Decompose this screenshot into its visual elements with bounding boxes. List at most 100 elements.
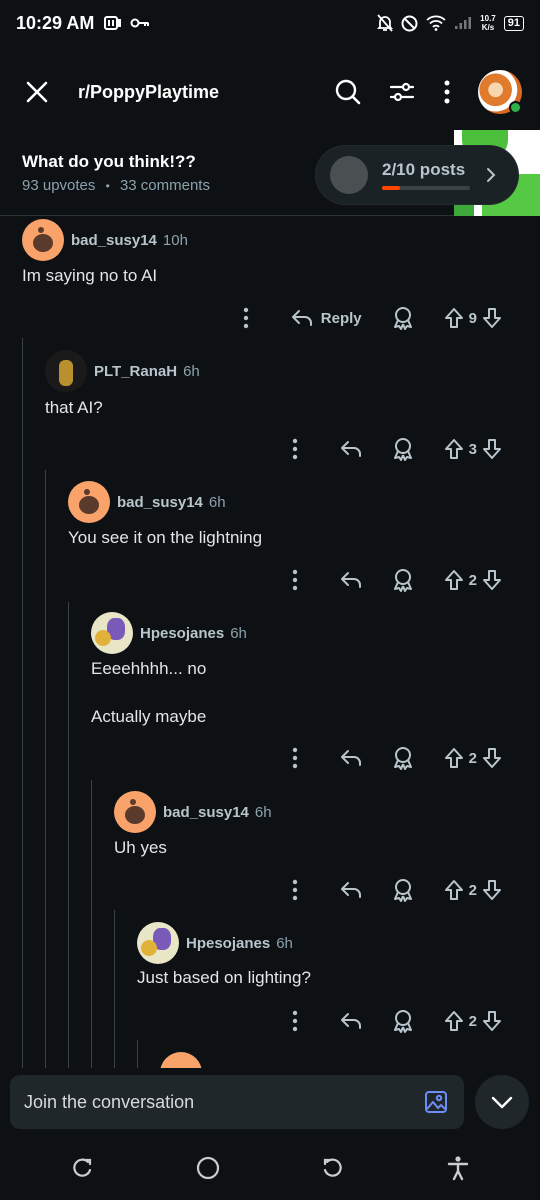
award-icon: [393, 747, 412, 770]
upvote-icon[interactable]: [444, 879, 464, 901]
upvote-icon[interactable]: [444, 1010, 464, 1032]
battery-indicator: 91: [503, 15, 524, 31]
thread-line[interactable]: [68, 602, 69, 1068]
vote-controls: 3: [444, 438, 502, 460]
vote-count: 9: [468, 309, 477, 327]
vote-controls: 2: [444, 569, 502, 591]
avatar[interactable]: [68, 481, 110, 523]
upvote-icon[interactable]: [444, 569, 464, 591]
comment-author[interactable]: Hpesojanes: [140, 625, 224, 642]
more-options-button[interactable]: [292, 1010, 298, 1032]
post-title: What do you think!??: [22, 152, 196, 171]
avatar[interactable]: [114, 791, 156, 833]
online-status-dot: [509, 101, 522, 114]
upvote-icon[interactable]: [444, 747, 464, 769]
downvote-icon[interactable]: [482, 569, 502, 591]
reply-button[interactable]: [340, 880, 362, 900]
posts-navigator[interactable]: 2/10 posts: [316, 146, 518, 204]
more-options-button[interactable]: [292, 438, 298, 460]
thread-line[interactable]: [45, 470, 46, 1068]
award-icon: [393, 1010, 412, 1033]
comment-author[interactable]: bad_susy14: [163, 804, 249, 821]
more-options-icon: [292, 569, 297, 591]
add-image-icon[interactable]: [424, 1090, 448, 1114]
home-icon[interactable]: [195, 1155, 221, 1181]
downvote-icon[interactable]: [482, 1010, 502, 1032]
reply-button[interactable]: [340, 439, 362, 459]
comment-author[interactable]: bad_susy14: [117, 494, 203, 511]
wifi-icon: [426, 15, 446, 31]
reply-button[interactable]: Reply: [291, 308, 362, 328]
more-options-icon: [292, 747, 297, 769]
upvote-icon[interactable]: [444, 307, 464, 329]
vote-controls: 9: [444, 307, 502, 329]
system-nav-bar: [0, 1136, 540, 1200]
comment-author[interactable]: bad_susy14: [71, 232, 157, 249]
downvote-icon[interactable]: [482, 879, 502, 901]
comment-body: Uh yes: [114, 838, 167, 857]
search-icon[interactable]: [334, 78, 362, 106]
avatar[interactable]: [91, 612, 133, 654]
award-button[interactable]: [392, 306, 414, 330]
comment-age: 6h: [208, 493, 226, 511]
comment-body: that AI?: [45, 398, 103, 417]
thread-line[interactable]: [137, 1040, 138, 1068]
more-options-button[interactable]: [292, 747, 298, 769]
reply-button[interactable]: [340, 748, 362, 768]
award-button[interactable]: [392, 568, 414, 592]
reply-icon: [340, 441, 361, 457]
vote-count: 2: [468, 881, 477, 899]
comment-composer[interactable]: [10, 1075, 464, 1129]
comment-age: 6h: [254, 803, 272, 821]
thread-line[interactable]: [91, 780, 92, 1068]
thread-line[interactable]: [22, 338, 23, 1068]
award-button[interactable]: [392, 746, 414, 770]
back-icon[interactable]: [321, 1156, 345, 1180]
more-options-button[interactable]: [292, 879, 298, 901]
scroll-down-button[interactable]: [475, 1075, 529, 1129]
nfc-card-icon: [104, 16, 122, 30]
award-icon: [393, 569, 412, 592]
avatar[interactable]: [22, 219, 64, 261]
post-upvotes: 93 upvotes: [22, 177, 96, 194]
vote-controls: 2: [444, 747, 502, 769]
comment-author[interactable]: Hpesojanes: [186, 935, 270, 952]
mute-bell-icon: [377, 14, 394, 32]
comment-input[interactable]: [24, 1091, 424, 1113]
more-options-icon[interactable]: [442, 78, 452, 106]
avatar[interactable]: [160, 1052, 202, 1068]
upvote-icon[interactable]: [444, 438, 464, 460]
reply-button[interactable]: [340, 1011, 362, 1031]
reply-button[interactable]: [340, 570, 362, 590]
award-button[interactable]: [392, 437, 414, 461]
vote-controls: 2: [444, 1010, 502, 1032]
subreddit-title[interactable]: r/PoppyPlaytime: [78, 82, 219, 103]
user-avatar[interactable]: [478, 70, 522, 114]
chevron-right-icon: [487, 168, 496, 182]
recent-apps-icon[interactable]: [70, 1156, 94, 1180]
reply-icon: [340, 750, 361, 766]
reply-icon: [340, 572, 361, 588]
do-not-disturb-icon: [401, 15, 418, 31]
avatar[interactable]: [45, 350, 87, 392]
thread-line[interactable]: [114, 910, 115, 1068]
more-options-icon: [292, 879, 297, 901]
close-icon[interactable]: [22, 77, 52, 107]
accessibility-icon[interactable]: [446, 1155, 470, 1181]
comment-author[interactable]: PLT_RanaH: [94, 363, 177, 380]
more-options-button[interactable]: [292, 569, 298, 591]
posts-navigator-thumbnail: [330, 156, 368, 194]
filter-sort-icon[interactable]: [388, 78, 416, 106]
comment-age: 6h: [276, 934, 293, 952]
award-button[interactable]: [392, 1009, 414, 1033]
downvote-icon[interactable]: [482, 307, 502, 329]
vote-count: 3: [468, 440, 477, 458]
avatar[interactable]: [137, 922, 179, 964]
comment-body: Actually maybe: [91, 707, 207, 726]
chevron-down-icon: [491, 1096, 513, 1109]
downvote-icon[interactable]: [482, 438, 502, 460]
award-button[interactable]: [392, 878, 414, 902]
vote-count: 2: [468, 749, 477, 767]
downvote-icon[interactable]: [482, 747, 502, 769]
more-options-button[interactable]: [243, 307, 249, 329]
